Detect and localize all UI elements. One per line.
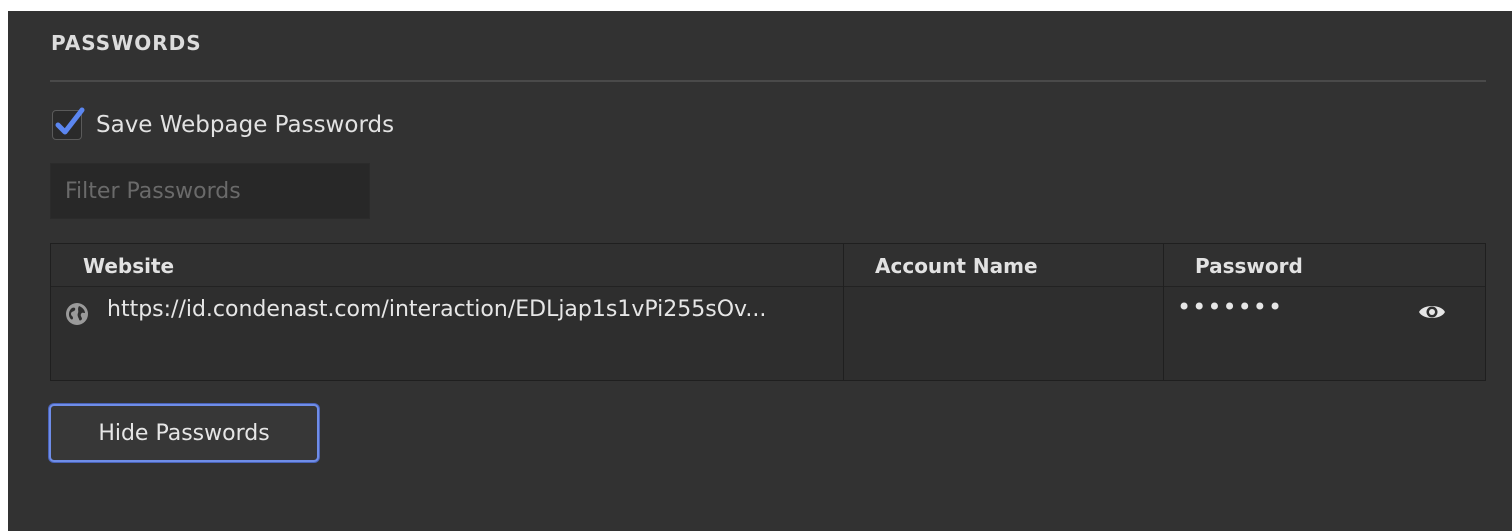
save-passwords-label: Save Webpage Passwords xyxy=(96,112,395,138)
save-passwords-toggle[interactable]: Save Webpage Passwords xyxy=(52,107,394,143)
password-masked: ••••••• xyxy=(1177,293,1284,321)
section-title: PASSWORDS xyxy=(51,31,202,55)
table-row[interactable]: https://id.condenast.com/interaction/EDL… xyxy=(51,287,1485,337)
hide-passwords-button[interactable]: Hide Passwords xyxy=(49,404,319,462)
column-header-website[interactable]: Website xyxy=(83,244,174,286)
column-header-password[interactable]: Password xyxy=(1195,244,1303,286)
passwords-table: Website Account Name Password https://id… xyxy=(50,243,1486,381)
column-header-account-name[interactable]: Account Name xyxy=(875,244,1038,286)
website-url: https://id.condenast.com/interaction/EDL… xyxy=(107,297,767,322)
checkmark-icon xyxy=(55,107,85,135)
filter-passwords-input[interactable] xyxy=(50,163,370,219)
globe-icon xyxy=(66,303,88,325)
passwords-panel: PASSWORDS Save Webpage Passwords Website… xyxy=(8,11,1512,531)
table-header: Website Account Name Password xyxy=(51,244,1485,287)
save-passwords-checkbox[interactable] xyxy=(52,107,85,140)
eye-icon[interactable] xyxy=(1417,301,1447,323)
section-divider xyxy=(50,80,1486,82)
